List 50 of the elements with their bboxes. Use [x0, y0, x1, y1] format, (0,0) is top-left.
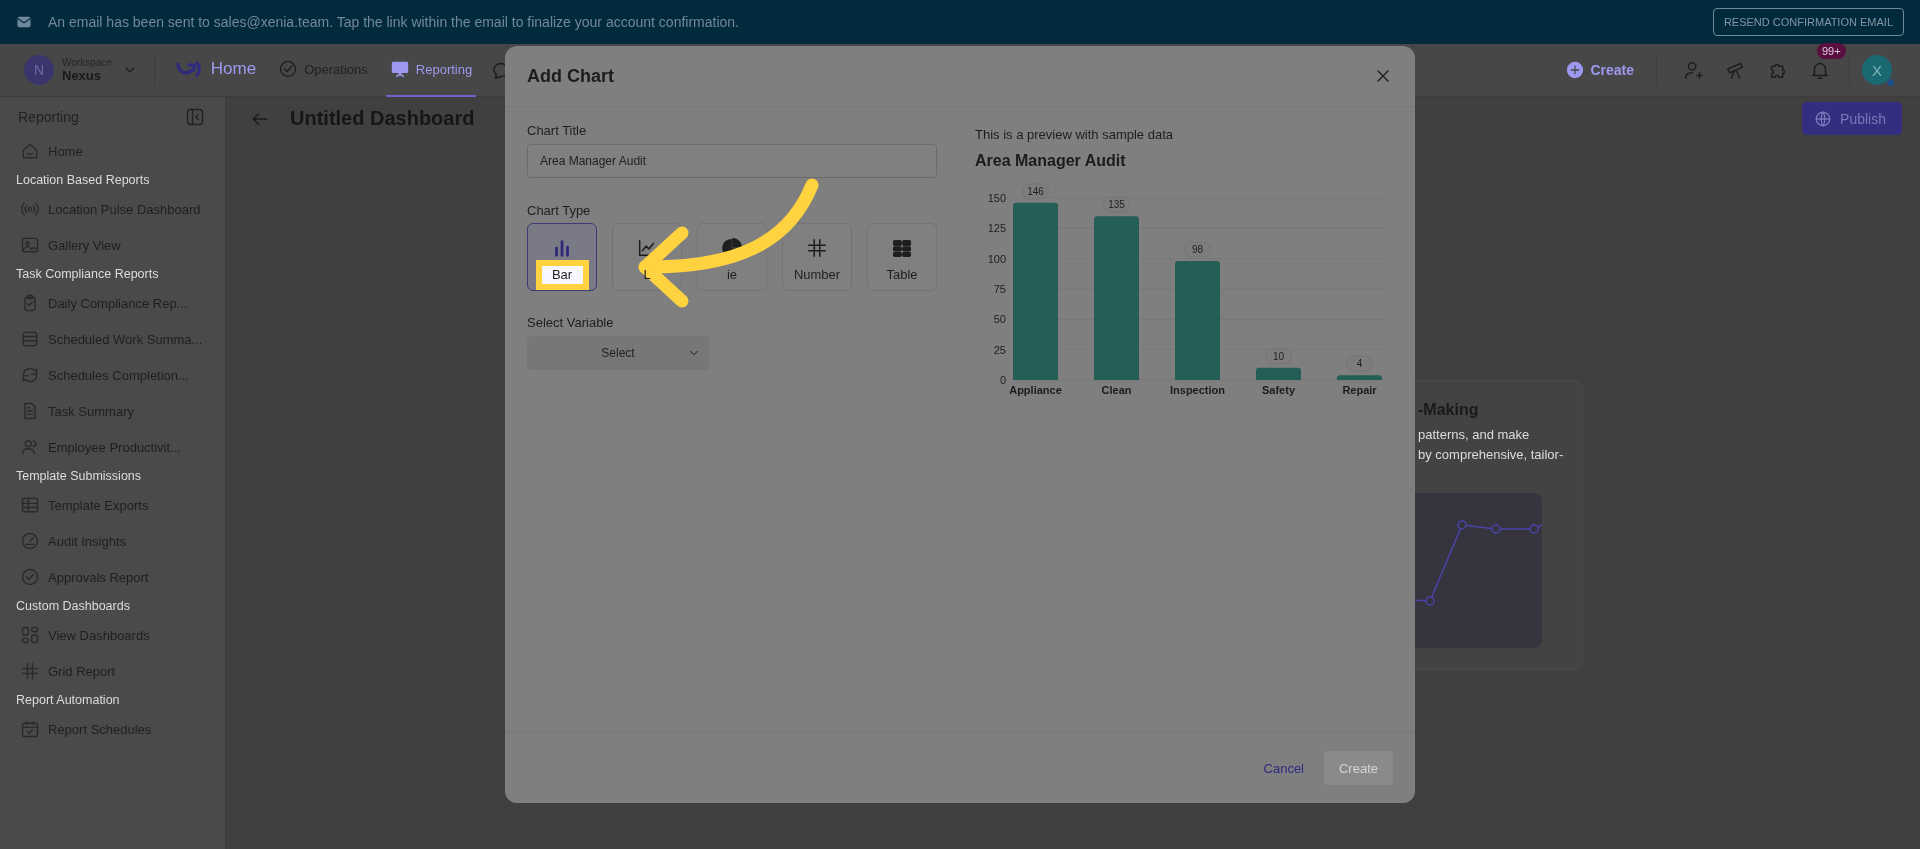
value-label: 10 — [1265, 348, 1292, 365]
chart-type-tile[interactable]: Table — [867, 223, 937, 291]
value-label: 4 — [1346, 355, 1373, 372]
chart-title: Area Manager Audit — [975, 152, 1127, 170]
workspace-avatar[interactable]: N — [24, 55, 54, 85]
variable-dropdown[interactable]: Select — [527, 336, 709, 370]
category-label: Appliance — [1009, 384, 1062, 396]
sidebar-heading: Report Automation — [16, 692, 121, 709]
sidebar-heading: Task Compliance Reports — [16, 266, 160, 283]
chart-type-tile[interactable]: Number — [782, 223, 852, 291]
y-tick-label: 100 — [987, 252, 1006, 265]
y-tick-label: 0 — [999, 374, 1006, 386]
resend-button[interactable]: RESEND CONFIRMATION EMAIL — [1712, 8, 1904, 36]
user-avatar[interactable]: X — [1862, 55, 1892, 85]
category-label: Inspection — [1170, 384, 1225, 396]
notification-badge: 99+ — [1817, 43, 1846, 59]
value-label: 146 — [1022, 183, 1049, 200]
field-label: Chart Title — [527, 123, 588, 138]
card-text: by comprehensive, tailor- — [1418, 446, 1565, 464]
data-label: 146 — [1027, 185, 1045, 197]
data-label: 4 — [1356, 358, 1363, 370]
value-label: 98 — [1184, 241, 1211, 258]
y-tick-label: 150 — [987, 192, 1006, 204]
chart-type-tile[interactable]: Bar — [527, 223, 597, 291]
preview-note: This is a preview with sample data — [975, 127, 1174, 142]
create-button[interactable]: Create — [1560, 60, 1640, 80]
y-tick-label: 25 — [993, 343, 1006, 356]
nav-tab[interactable]: Home — [170, 43, 261, 97]
data-label: 10 — [1272, 350, 1285, 362]
y-tick-label: 50 — [993, 313, 1006, 326]
field-label: Chart Type — [527, 203, 592, 218]
category-label: Repair — [1342, 384, 1377, 396]
cancel-button[interactable]: Cancel — [1255, 754, 1312, 782]
data-label: 135 — [1108, 199, 1126, 211]
dialog-title: Add Chart — [527, 65, 614, 87]
category-label: Clean — [1101, 384, 1132, 396]
field-label: Select Variable — [527, 315, 615, 330]
sidebar-heading: Location Based Reports — [16, 172, 151, 189]
value-label: 135 — [1103, 196, 1130, 213]
card-text: patterns, and make — [1418, 426, 1531, 444]
publish-button[interactable]: Publish — [1802, 102, 1902, 135]
sidebar-heading: Template Submissions — [16, 468, 143, 485]
y-tick-label: 125 — [987, 222, 1006, 235]
y-tick-label: 75 — [993, 283, 1006, 295]
nav-tab[interactable]: Reporting — [385, 43, 477, 97]
data-label: 98 — [1191, 244, 1204, 256]
chart-title-field[interactable]: Area Manager Audit — [527, 144, 937, 178]
sidebar-heading: Custom Dashboards — [16, 598, 131, 615]
banner-message: An email has been sent to sales@xenia.team. Tap the link within the email to finalize your account confirmation. — [48, 14, 740, 30]
category-label: Safety — [1262, 384, 1295, 396]
